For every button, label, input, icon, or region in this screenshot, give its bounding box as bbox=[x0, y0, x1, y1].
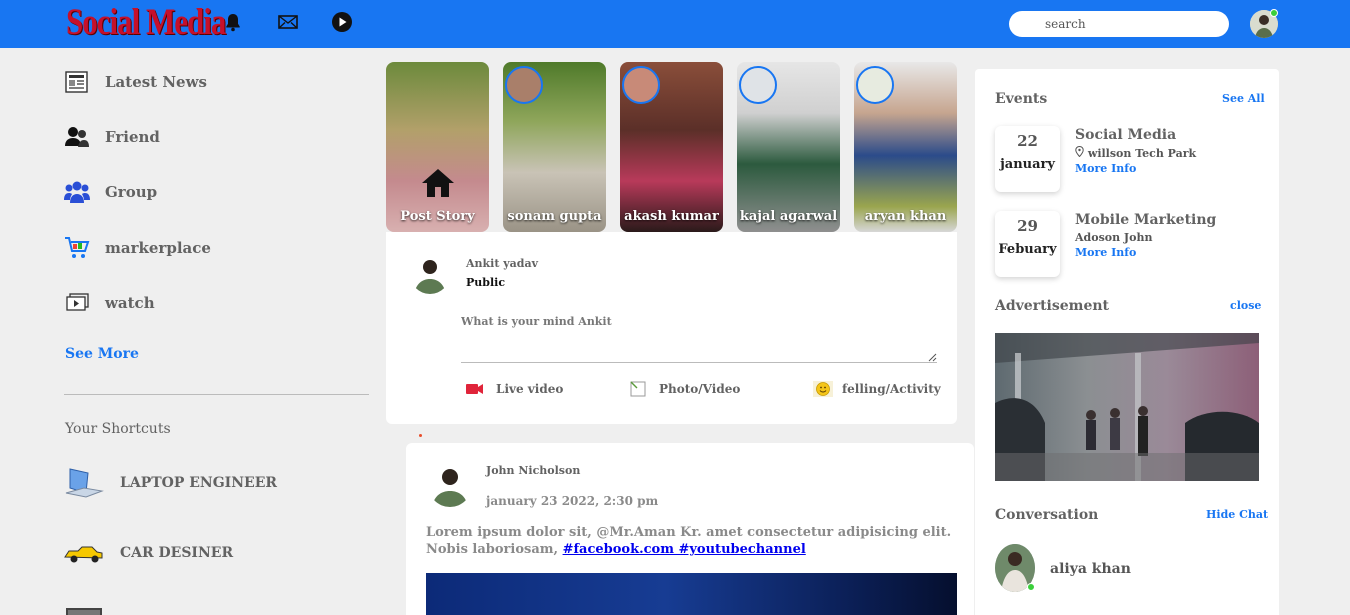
feeling-activity-button[interactable]: felling/Activity bbox=[812, 381, 941, 397]
conversation-heading: Conversation bbox=[995, 507, 1099, 523]
sidebar-item-marketplace[interactable]: markerplace bbox=[64, 235, 211, 261]
post-hashtag-links[interactable]: #facebook.com #youtubechannel bbox=[563, 542, 806, 557]
right-sidebar: Events See All 22 january Social Media w… bbox=[975, 69, 1279, 615]
story-name: kajal agarwal bbox=[739, 209, 838, 224]
sidebar-item-label: Group bbox=[105, 183, 158, 201]
story-name: Post Story bbox=[400, 209, 475, 224]
event-day: 22 bbox=[1017, 132, 1038, 150]
friends-icon bbox=[64, 124, 90, 150]
event-subtitle: Adoson John bbox=[1075, 231, 1153, 244]
sidebar-item-label: Friend bbox=[105, 128, 160, 146]
live-icon bbox=[466, 382, 484, 396]
play-icon[interactable] bbox=[331, 11, 353, 33]
event-location: willson Tech Park bbox=[1075, 145, 1197, 160]
more-info-link[interactable]: More Info bbox=[1075, 162, 1136, 175]
event-title: Mobile Marketing bbox=[1075, 212, 1217, 228]
post-timestamp: january 23 2022, 2:30 pm bbox=[486, 494, 659, 508]
hide-chat-link[interactable]: Hide Chat bbox=[1206, 508, 1268, 521]
story-avatar bbox=[739, 66, 777, 104]
photo-icon bbox=[629, 381, 647, 397]
shortcut-label: LAPTOP ENGINEER bbox=[120, 475, 277, 491]
story-avatar bbox=[622, 66, 660, 104]
story-card[interactable]: aryan khan bbox=[854, 62, 957, 232]
shortcut-car-designer[interactable]: CAR DESINER bbox=[64, 533, 233, 573]
ad-close-link[interactable]: close bbox=[1230, 299, 1261, 312]
story-card[interactable]: akash kumar bbox=[620, 62, 723, 232]
story-avatar bbox=[856, 66, 894, 104]
resize-handle-icon[interactable] bbox=[928, 353, 937, 362]
shortcut-partial[interactable] bbox=[64, 600, 120, 615]
online-status-dot bbox=[1270, 9, 1278, 17]
see-more-link[interactable]: See More bbox=[65, 346, 139, 362]
mail-icon[interactable] bbox=[277, 11, 299, 33]
sidebar-divider bbox=[64, 394, 369, 395]
event-location-text: willson Tech Park bbox=[1087, 147, 1197, 160]
post-body: Lorem ipsum dolor sit, @Mr.Aman Kr. amet… bbox=[426, 524, 956, 558]
loading-dot bbox=[419, 434, 422, 437]
logo[interactable]: Social Media bbox=[66, 0, 226, 43]
location-pin-icon bbox=[1075, 145, 1088, 160]
event-month: january bbox=[1000, 157, 1055, 172]
sidebar-item-watch[interactable]: watch bbox=[64, 290, 155, 316]
story-background bbox=[386, 62, 489, 232]
story-card[interactable]: kajal agarwal bbox=[737, 62, 840, 232]
chat-online-dot bbox=[1027, 583, 1035, 591]
top-navbar: Social Media bbox=[0, 0, 1350, 48]
sidebar-item-label: markerplace bbox=[105, 239, 211, 257]
photo-video-label: Photo/Video bbox=[659, 382, 741, 396]
shortcuts-heading: Your Shortcuts bbox=[65, 421, 171, 437]
story-avatar bbox=[505, 66, 543, 104]
photo-video-button[interactable]: Photo/Video bbox=[629, 381, 741, 397]
post-image[interactable] bbox=[426, 573, 957, 615]
cart-icon bbox=[64, 235, 90, 261]
story-name: akash kumar bbox=[624, 209, 719, 224]
bell-icon[interactable] bbox=[222, 11, 244, 33]
shortcut-label: CAR DESINER bbox=[120, 545, 234, 561]
sidebar-item-group[interactable]: Group bbox=[64, 179, 157, 205]
composer-user-name: Ankit yadav bbox=[466, 257, 538, 270]
post-text-input[interactable] bbox=[461, 315, 937, 363]
event-date-box: 22 january bbox=[995, 126, 1060, 192]
story-card[interactable]: sonam gupta bbox=[503, 62, 606, 232]
event-day: 29 bbox=[1017, 217, 1038, 235]
more-info-link[interactable]: More Info bbox=[1075, 246, 1136, 259]
sidebar-item-friend[interactable]: Friend bbox=[64, 124, 160, 150]
car-icon bbox=[64, 533, 104, 573]
story-post[interactable]: Post Story bbox=[386, 62, 489, 232]
smile-icon bbox=[812, 381, 834, 397]
advertisement-heading: Advertisement bbox=[995, 298, 1110, 314]
post-author-avatar[interactable] bbox=[428, 463, 472, 507]
events-heading: Events bbox=[995, 91, 1048, 107]
sidebar-item-label: Latest News bbox=[105, 73, 207, 91]
advertisement-image[interactable] bbox=[995, 333, 1259, 481]
see-all-link[interactable]: See All bbox=[1222, 92, 1265, 105]
sidebar-item-latest-news[interactable]: Latest News bbox=[64, 69, 207, 95]
feed-post: John Nicholson january 23 2022, 2:30 pm … bbox=[406, 443, 974, 615]
sidebar-item-label: watch bbox=[105, 294, 155, 312]
story-name: sonam gupta bbox=[507, 209, 602, 224]
feeling-activity-label: felling/Activity bbox=[842, 382, 941, 396]
privacy-label[interactable]: Public bbox=[466, 276, 505, 289]
video-icon bbox=[64, 290, 90, 316]
live-video-button[interactable]: Live video bbox=[466, 382, 563, 396]
group-icon bbox=[64, 179, 90, 205]
post-author-name[interactable]: John Nicholson bbox=[486, 464, 580, 477]
shortcut-laptop-engineer[interactable]: LAPTOP ENGINEER bbox=[64, 463, 277, 503]
chat-user-name[interactable]: aliya khan bbox=[1050, 561, 1131, 577]
home-icon bbox=[422, 169, 454, 197]
shortcut-icon bbox=[64, 600, 104, 615]
live-video-label: Live video bbox=[496, 382, 564, 396]
laptop-icon bbox=[64, 463, 104, 503]
newspaper-icon bbox=[64, 69, 90, 95]
composer-avatar bbox=[410, 254, 450, 294]
event-date-box: 29 Febuary bbox=[995, 211, 1060, 277]
post-composer: Ankit yadav Public Live video Photo/Vide… bbox=[386, 232, 957, 424]
event-month: Febuary bbox=[998, 242, 1057, 257]
search-input[interactable] bbox=[1009, 11, 1229, 37]
event-title: Social Media bbox=[1075, 127, 1177, 143]
story-name: aryan khan bbox=[864, 209, 947, 224]
